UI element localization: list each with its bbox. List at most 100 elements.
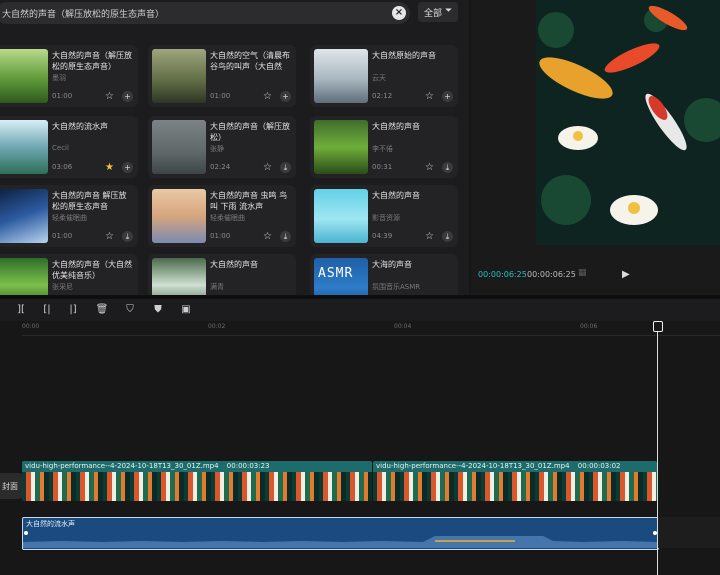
favorite-star-icon[interactable]: ★ [104,162,115,173]
asmr-thumb-text: ASMR [318,266,354,281]
clip-label: vidu-high-performance--4-2024-10-18T13_3… [25,462,270,470]
favorite-star-icon[interactable]: ☆ [262,162,273,173]
sound-thumbnail [152,120,206,174]
cover-button[interactable]: 封面 [0,473,22,499]
clip-duration: 00:00:03:02 [577,462,621,470]
favorite-star-icon[interactable]: ☆ [262,231,273,242]
playhead-handle[interactable] [653,321,663,332]
download-icon[interactable]: ⤓ [122,231,133,242]
sound-title: 大自然的声音（解压放松的原生态声音） [52,51,132,71]
sound-card[interactable]: 大自然原始的声音 云天 02:12 ☆ + [310,45,458,107]
video-clip[interactable]: vidu-high-performance--4-2024-10-18T13_3… [22,461,372,501]
sound-duration: 02:12 [372,92,393,100]
favorite-star-icon[interactable]: ☆ [104,231,115,242]
trim-left-icon[interactable]: [| [40,303,54,317]
audio-clip-name: 大自然的流水声 [26,520,75,528]
audio-clip[interactable]: 大自然的流水声 [22,517,659,550]
favorite-star-icon[interactable]: ☆ [424,91,435,102]
sound-thumbnail [152,258,206,295]
sound-title: 大自然的空气（清晨布谷鸟的叫声（大自然的... [210,51,290,71]
audio-waveform [23,536,658,548]
sound-artist: 影音资源 [372,214,400,222]
grid-icon[interactable]: ▦ [578,268,587,278]
shield-icon[interactable]: ⛊ [151,303,165,317]
download-icon[interactable]: ⤓ [442,162,453,173]
sound-duration: 01:00 [210,92,231,100]
sound-artist: 墨羽 [52,74,66,82]
mask-icon[interactable]: ⛉ [123,303,137,317]
ruler-label: 00:06 [580,323,598,330]
sound-thumbnail: ASMR [314,258,368,295]
sound-card[interactable]: 大自然的流水声 Cecil 03:06 ★ + [0,116,138,178]
sound-artist: 轻柔催眠曲 [210,214,245,222]
video-preview [536,0,720,245]
video-clip[interactable]: vidu-high-performance--4-2024-10-18T13_3… [373,461,657,501]
sound-title: 大自然的声音 虫鸣 鸟叫 下雨 流水声 [210,191,288,211]
sound-artist: 张采尼 [52,283,73,291]
favorite-star-icon[interactable]: ☆ [424,231,435,242]
filter-button[interactable]: 全部 ⏷ [418,2,458,22]
download-icon[interactable]: ⤓ [442,231,453,242]
play-icon[interactable]: ▶ [622,269,630,280]
download-icon[interactable]: ⤓ [280,231,291,242]
sound-title: 大海的声音 [372,260,412,269]
download-icon[interactable]: ⤓ [280,162,291,173]
sound-thumbnail [314,189,368,243]
favorite-star-icon[interactable]: ☆ [262,91,273,102]
clip-name: vidu-high-performance--4-2024-10-18T13_3… [376,462,570,470]
clip-label: vidu-high-performance--4-2024-10-18T13_3… [376,462,621,470]
sound-title: 大自然的声音 解压放松的原生态声音 [52,191,127,211]
sound-thumbnail [0,189,48,243]
sound-thumbnail [152,49,206,103]
search-query: 大自然的声音（解压放松的原生态声音） [2,10,165,20]
trim-right-icon[interactable]: |] [66,303,80,317]
sound-title: 大自然的流水声 [52,122,108,131]
music-library-panel: 大自然的声音（解压放松的原生态声音） × 全部 ⏷ 大自然的声音（解压放松的原生… [0,0,469,295]
add-icon[interactable]: + [442,91,453,102]
sound-thumbnail [314,120,368,174]
sound-card[interactable]: 大自然的声音 影音资源 04:39 ☆ ⤓ [310,185,458,247]
sound-card[interactable]: 大自然的声音（解压放松的原生态声音） 墨羽 01:00 ☆ + [0,45,138,107]
current-timecode: 00:00:06:25 [478,270,527,279]
favorite-star-icon[interactable]: ☆ [424,162,435,173]
add-icon[interactable]: + [122,91,133,102]
sound-card[interactable]: 大自然的声音 李不倦 00:31 ☆ ⤓ [310,116,458,178]
sound-card[interactable]: 大自然的声音 虫鸣 鸟叫 下雨 流水声 轻柔催眠曲 01:00 ☆ ⤓ [148,185,296,247]
delete-icon[interactable]: 🗑 [95,303,109,317]
cover-label: 封面 [2,482,18,491]
sound-thumbnail [0,258,48,295]
audio-trim-handle-left[interactable] [24,531,28,535]
clip-name: vidu-high-performance--4-2024-10-18T13_3… [25,462,219,470]
sound-thumbnail [152,189,206,243]
filter-label: 全部 [424,9,443,19]
sound-artist: 满青 [210,283,224,291]
sound-card[interactable]: 大自然的空气（清晨布谷鸟的叫声（大自然的... 01:00 ☆ + [148,45,296,107]
ruler-label: 00:02 [208,323,226,330]
time-ruler[interactable]: 00:00 00:02 00:04 00:06 [22,321,720,336]
clear-search-icon[interactable]: × [392,6,406,20]
favorite-star-icon[interactable]: ☆ [104,91,115,102]
sound-card[interactable]: 大自然的声音 解压放松的原生态声音 轻柔催眠曲 01:00 ☆ ⤓ [0,185,138,247]
sound-thumbnail [0,49,48,103]
filter-icon: ⏷ [445,6,453,16]
sound-artist: 李不倦 [372,145,393,153]
sound-artist: 氛围音乐ASMR [372,283,421,291]
search-input[interactable]: 大自然的声音（解压放松的原生态声音） × [0,2,410,24]
playhead[interactable] [657,321,658,575]
add-icon[interactable]: + [280,91,291,102]
sound-card[interactable]: ASMR 大海的声音氛围音乐ASMR [310,254,458,295]
clip-thumbnails [22,472,372,501]
add-icon[interactable]: + [122,162,133,173]
image-edit-icon[interactable]: ▣ [179,303,193,317]
clip-duration: 00:00:03:23 [226,462,270,470]
sound-artist: 云天 [372,74,386,82]
sound-duration: 01:00 [52,92,73,100]
sound-card[interactable]: 大自然的声音（解压放松） 张静 02:24 ☆ ⤓ [148,116,296,178]
sound-duration: 03:06 [52,163,73,171]
sound-card[interactable]: 大自然的声音 满青 [148,254,296,295]
clip-thumbnails [373,472,657,501]
ruler-label: 00:00 [22,323,40,330]
sound-card[interactable]: 大自然的声音（大自然优美纯音乐） 张采尼 [0,254,138,295]
sound-title: 大自然的声音（大自然优美纯音乐） [52,260,132,280]
split-icon[interactable]: ][ [14,303,28,317]
